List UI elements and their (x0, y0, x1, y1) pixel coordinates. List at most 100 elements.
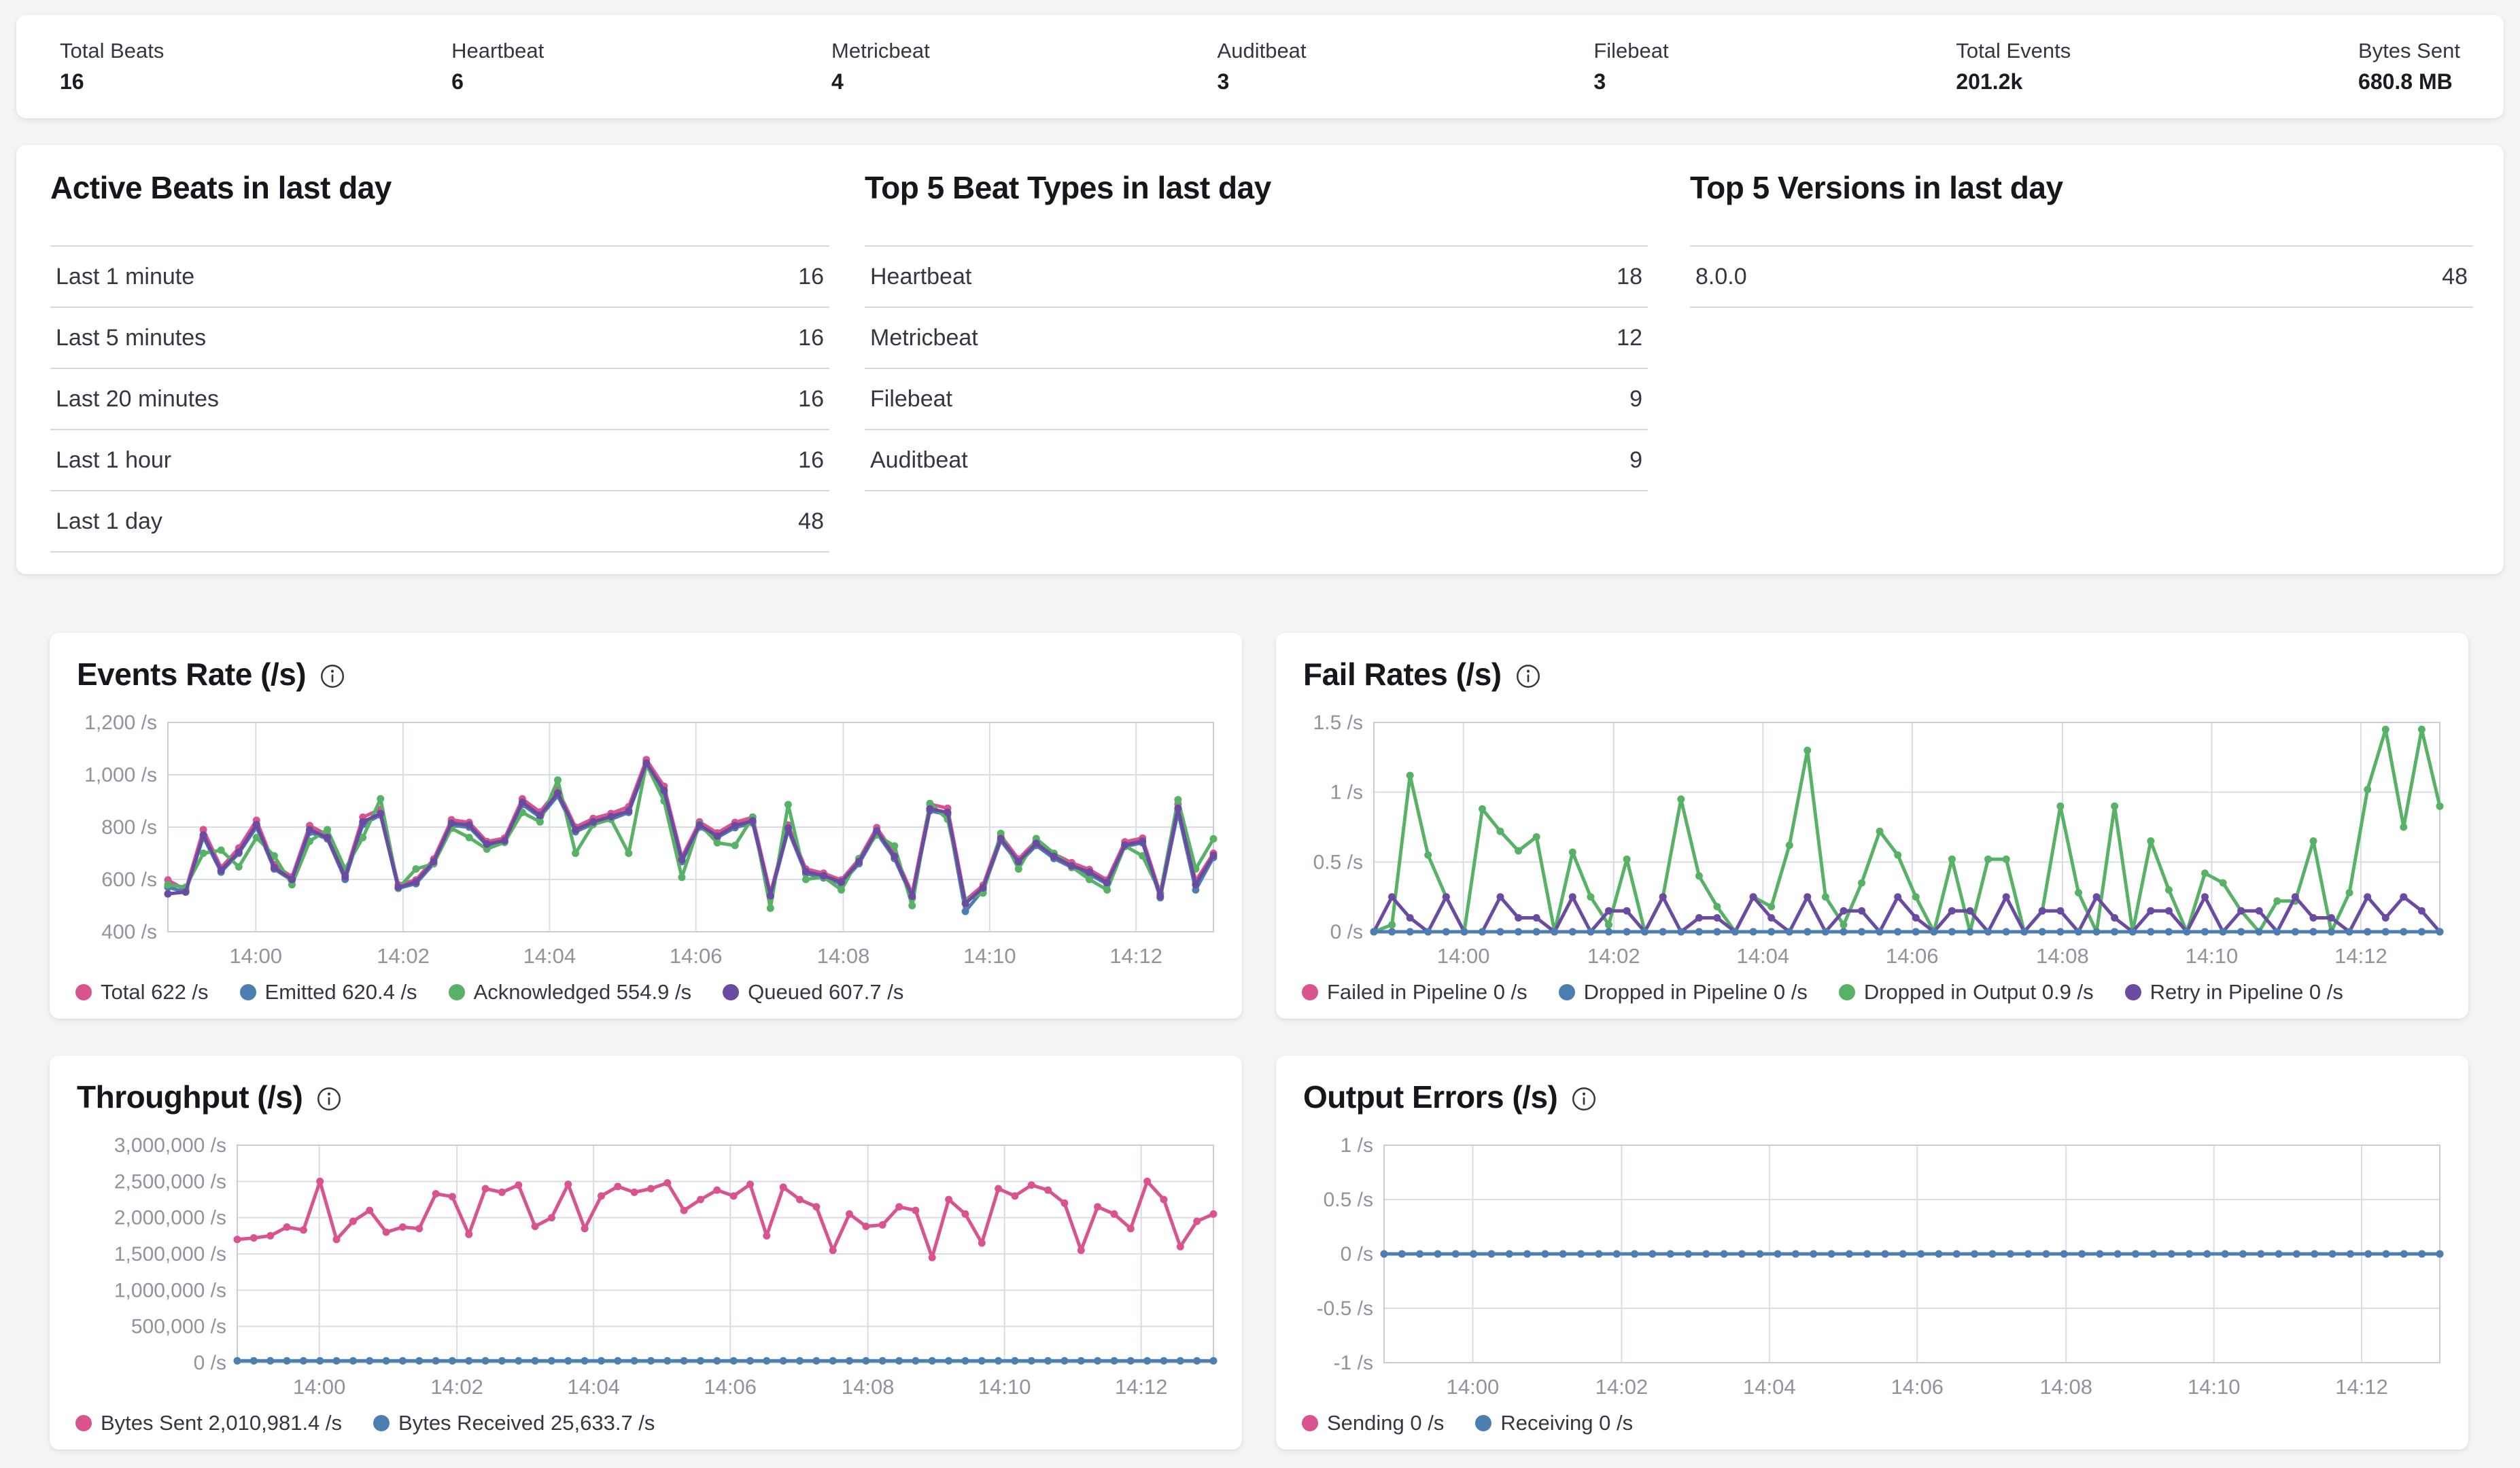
row-value: 16 (798, 447, 824, 474)
row-label: Last 5 minutes (56, 325, 206, 351)
svg-text:600 /s: 600 /s (101, 869, 157, 891)
stat-value: 3 (1593, 69, 1668, 94)
table-row: Last 20 minutes16 (50, 369, 829, 430)
line-chart-canvas: 0 /s500,000 /s1,000,000 /s1,500,000 /s2,… (66, 1136, 1226, 1403)
legend-item[interactable]: Emitted 620.4 /s (240, 980, 417, 1004)
legend-item[interactable]: Total 622 /s (75, 980, 209, 1004)
table-row: Filebeat9 (865, 369, 1648, 430)
events-rate-chart-panel: Events Rate (/s) 400 /s600 /s800 /s1,000… (50, 633, 1242, 1019)
legend-item[interactable]: Failed in Pipeline 0 /s (1302, 980, 1527, 1004)
svg-text:800 /s: 800 /s (101, 816, 157, 839)
row-label: Last 1 day (56, 508, 162, 535)
row-label: Last 20 minutes (56, 386, 219, 413)
fail-rates-chart: 0 /s0.5 /s1 /s1.5 /s14:0014:0214:0414:06… (1292, 713, 2452, 1012)
top-beat-types-table: Top 5 Beat Types in last day Heartbeat18… (865, 169, 1648, 491)
stat-label: Heartbeat (451, 39, 544, 63)
legend-label: Dropped in Output 0.9 /s (1864, 980, 2094, 1004)
legend-item[interactable]: Retry in Pipeline 0 /s (2125, 980, 2343, 1004)
svg-text:1,500,000 /s: 1,500,000 /s (114, 1243, 226, 1265)
row-label: Last 1 minute (56, 264, 194, 290)
line-chart-canvas: 400 /s600 /s800 /s1,000 /s1,200 /s14:001… (66, 713, 1226, 973)
svg-text:0.5 /s: 0.5 /s (1313, 851, 1363, 873)
svg-text:14:00: 14:00 (1447, 1375, 1500, 1399)
svg-text:0.5 /s: 0.5 /s (1324, 1189, 1373, 1211)
svg-text:14:06: 14:06 (670, 944, 723, 968)
legend-color-dot (75, 1415, 92, 1431)
info-icon[interactable] (316, 1086, 342, 1112)
beats-tables-panel: Active Beats in last day Last 1 minute16… (16, 145, 2504, 574)
table-row: 8.0.048 (1690, 247, 2473, 308)
stat-total-beats: Total Beats 16 (60, 39, 164, 94)
legend-color-dot (723, 984, 739, 1000)
svg-text:14:10: 14:10 (2186, 944, 2239, 968)
info-icon[interactable] (1515, 663, 1541, 689)
svg-text:14:10: 14:10 (963, 944, 1016, 968)
line-chart-canvas: 0 /s0.5 /s1 /s1.5 /s14:0014:0214:0414:06… (1292, 713, 2452, 973)
legend-item[interactable]: Dropped in Pipeline 0 /s (1559, 980, 1808, 1004)
legend-item[interactable]: Dropped in Output 0.9 /s (1839, 980, 2094, 1004)
stat-label: Total Beats (60, 39, 164, 63)
table-row: Last 1 minute 16 (50, 247, 829, 308)
stat-value: 3 (1218, 69, 1307, 94)
legend-item[interactable]: Receiving 0 /s (1475, 1411, 1633, 1435)
chart-legend: Failed in Pipeline 0 /s Dropped in Pipeli… (1292, 973, 2452, 1012)
legend-item[interactable]: Bytes Received 25,633.7 /s (373, 1411, 655, 1435)
chart-legend: Bytes Sent 2,010,981.4 /s Bytes Received … (66, 1403, 1226, 1443)
fail-rates-chart-panel: Fail Rates (/s) 0 /s0.5 /s1 /s1.5 /s14:0… (1276, 633, 2468, 1019)
legend-color-dot (449, 984, 465, 1000)
svg-text:14:04: 14:04 (1737, 944, 1790, 968)
svg-text:1,200 /s: 1,200 /s (84, 713, 157, 734)
legend-item[interactable]: Sending 0 /s (1302, 1411, 1444, 1435)
legend-color-dot (240, 984, 256, 1000)
summary-stats-bar: Total Beats 16 Heartbeat 6 Metricbeat 4 … (16, 15, 2504, 118)
legend-label: Acknowledged 554.9 /s (474, 980, 692, 1004)
svg-text:14:10: 14:10 (978, 1375, 1031, 1399)
table-title: Top 5 Beat Types in last day (865, 169, 1648, 206)
legend-label: Failed in Pipeline 0 /s (1327, 980, 1527, 1004)
legend-label: Bytes Sent 2,010,981.4 /s (101, 1411, 342, 1435)
table-row: Metricbeat12 (865, 308, 1648, 369)
row-value: 9 (1629, 447, 1642, 474)
svg-text:14:08: 14:08 (842, 1375, 895, 1399)
svg-text:14:04: 14:04 (567, 1375, 620, 1399)
info-icon[interactable] (1571, 1086, 1597, 1112)
stat-filebeat: Filebeat 3 (1593, 39, 1668, 94)
row-value: 48 (798, 508, 824, 535)
table-row: Last 5 minutes16 (50, 308, 829, 369)
output-errors-chart: -1 /s-0.5 /s0 /s0.5 /s1 /s14:0014:0214:0… (1292, 1136, 2452, 1443)
svg-text:1,000 /s: 1,000 /s (84, 764, 157, 786)
svg-text:14:08: 14:08 (2036, 944, 2089, 968)
row-value: 12 (1617, 325, 1642, 351)
svg-text:14:02: 14:02 (1595, 1375, 1649, 1399)
legend-item[interactable]: Acknowledged 554.9 /s (449, 980, 692, 1004)
svg-text:14:04: 14:04 (523, 944, 576, 968)
legend-color-dot (75, 984, 92, 1000)
svg-text:0 /s: 0 /s (194, 1352, 226, 1374)
legend-item[interactable]: Bytes Sent 2,010,981.4 /s (75, 1411, 342, 1435)
table-row: Auditbeat9 (865, 430, 1648, 491)
stat-label: Auditbeat (1218, 39, 1307, 63)
legend-label: Total 622 /s (101, 980, 209, 1004)
legend-item[interactable]: Queued 607.7 /s (723, 980, 903, 1004)
legend-color-dot (2125, 984, 2141, 1000)
stat-label: Bytes Sent (2358, 39, 2460, 63)
output-errors-chart-panel: Output Errors (/s) -1 /s-0.5 /s0 /s0.5 /… (1276, 1055, 2468, 1450)
svg-text:0 /s: 0 /s (1341, 1243, 1373, 1265)
table-row: Last 1 hour 16 (50, 430, 829, 491)
row-label: Last 1 hour (56, 447, 171, 474)
svg-text:1 /s: 1 /s (1341, 1136, 1373, 1157)
svg-text:400 /s: 400 /s (101, 921, 157, 943)
svg-text:14:10: 14:10 (2188, 1375, 2241, 1399)
svg-text:14:12: 14:12 (1115, 1375, 1168, 1399)
row-value: 18 (1617, 264, 1642, 290)
row-value: 16 (798, 264, 824, 290)
svg-text:14:00: 14:00 (293, 1375, 346, 1399)
legend-color-dot (1559, 984, 1575, 1000)
chart-title: Fail Rates (/s) (1303, 656, 1502, 693)
info-icon[interactable] (320, 663, 345, 689)
events-rate-chart: 400 /s600 /s800 /s1,000 /s1,200 /s14:001… (66, 713, 1226, 1012)
legend-color-dot (1302, 984, 1318, 1000)
stat-value: 680.8 MB (2358, 69, 2460, 94)
svg-text:500,000 /s: 500,000 /s (131, 1316, 226, 1338)
legend-label: Receiving 0 /s (1500, 1411, 1633, 1435)
